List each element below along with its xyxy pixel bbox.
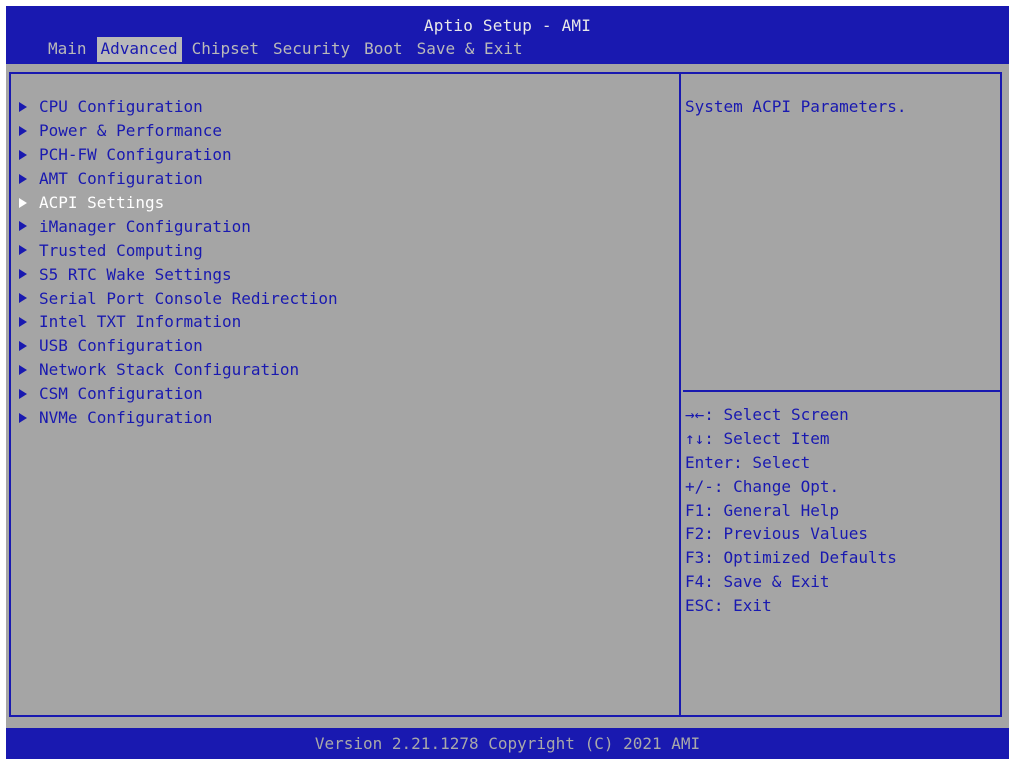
submenu-arrow-icon <box>19 388 27 399</box>
menu-item-pch-fw-configuration[interactable]: PCH-FW Configuration <box>19 143 338 167</box>
menu-item-label: AMT Configuration <box>39 169 203 189</box>
menu-item-label: PCH-FW Configuration <box>39 145 232 165</box>
menu-item-nvme-configuration[interactable]: NVMe Configuration <box>19 406 338 430</box>
submenu-arrow-icon <box>19 364 27 375</box>
submenu-arrow-icon <box>19 173 27 184</box>
submenu-arrow-icon <box>19 340 27 351</box>
menu-item-acpi-settings[interactable]: ACPI Settings <box>19 191 338 215</box>
tab-bar: Main Advanced Chipset Security Boot Save… <box>44 37 533 62</box>
tab-chipset[interactable]: Chipset <box>188 38 263 62</box>
submenu-arrow-icon <box>19 101 27 112</box>
submenu-arrow-icon <box>19 245 27 256</box>
menu-item-trusted-computing[interactable]: Trusted Computing <box>19 238 338 262</box>
tab-advanced[interactable]: Advanced <box>96 37 182 62</box>
tab-security[interactable]: Security <box>269 38 354 62</box>
menu-item-usb-configuration[interactable]: USB Configuration <box>19 334 338 358</box>
key-hint-select-screen: →←: Select Screen <box>685 405 849 424</box>
menu-item-s5-rtc-wake-settings[interactable]: S5 RTC Wake Settings <box>19 262 338 286</box>
footer-bar: Version 2.21.1278 Copyright (C) 2021 AMI <box>6 728 1009 759</box>
app-title: Aptio Setup - AMI <box>423 16 592 35</box>
submenu-arrow-icon <box>19 412 27 423</box>
menu-item-label: Power & Performance <box>39 121 223 141</box>
menu-item-label: CSM Configuration <box>39 384 203 404</box>
settings-menu: CPU Configuration Power & Performance PC… <box>19 95 338 429</box>
menu-item-power-performance[interactable]: Power & Performance <box>19 119 338 143</box>
submenu-arrow-icon <box>19 221 27 232</box>
tab-save-exit[interactable]: Save & Exit <box>413 38 527 62</box>
key-legend: →←: Select Screen ↑↓: Select Item Enter:… <box>685 403 897 618</box>
menu-item-serial-port-console-redirection[interactable]: Serial Port Console Redirection <box>19 286 338 310</box>
submenu-arrow-icon <box>19 293 27 304</box>
menu-item-label: CPU Configuration <box>39 97 203 117</box>
menu-item-intel-txt-information[interactable]: Intel TXT Information <box>19 310 338 334</box>
submenu-arrow-icon <box>19 197 27 208</box>
key-hint-change-opt: +/-: Change Opt. <box>685 476 840 496</box>
menu-item-label: Network Stack Configuration <box>39 360 300 380</box>
menu-item-label: iManager Configuration <box>39 216 251 236</box>
menu-item-label: Intel TXT Information <box>39 312 242 332</box>
menu-item-cpu-configuration[interactable]: CPU Configuration <box>19 95 338 119</box>
menu-item-amt-configuration[interactable]: AMT Configuration <box>19 167 338 191</box>
menu-item-csm-configuration[interactable]: CSM Configuration <box>19 382 338 406</box>
vertical-divider <box>679 74 681 715</box>
menu-item-label: ACPI Settings <box>39 193 165 212</box>
submenu-arrow-icon <box>19 269 27 280</box>
submenu-arrow-icon <box>19 149 27 160</box>
bios-screen: Aptio Setup - AMI Main Advanced Chipset … <box>6 6 1009 759</box>
help-divider <box>683 390 1000 392</box>
submenu-arrow-icon <box>19 316 27 327</box>
tab-main[interactable]: Main <box>44 38 91 62</box>
key-hint-esc: ESC: Exit <box>685 596 772 616</box>
key-hint-f1: F1: General Help <box>685 500 840 520</box>
key-hint-enter: Enter: Select <box>685 452 811 472</box>
menu-item-label: Trusted Computing <box>39 240 203 260</box>
tab-boot[interactable]: Boot <box>360 38 407 62</box>
menu-item-label: NVMe Configuration <box>39 408 213 428</box>
menu-item-label: S5 RTC Wake Settings <box>39 264 232 284</box>
header-bar: Aptio Setup - AMI Main Advanced Chipset … <box>6 6 1009 64</box>
key-hint-f2: F2: Previous Values <box>685 524 869 544</box>
key-hint-f4: F4: Save & Exit <box>685 572 830 592</box>
key-hint-f3: F3: Optimized Defaults <box>685 548 897 568</box>
menu-item-imanager-configuration[interactable]: iManager Configuration <box>19 214 338 238</box>
submenu-arrow-icon <box>19 125 27 136</box>
menu-item-label: USB Configuration <box>39 336 203 356</box>
main-frame: CPU Configuration Power & Performance PC… <box>9 72 1002 717</box>
menu-item-network-stack-configuration[interactable]: Network Stack Configuration <box>19 358 338 382</box>
key-hint-select-item: ↑↓: Select Item <box>685 428 830 448</box>
menu-item-label: Serial Port Console Redirection <box>39 288 338 308</box>
version-text: Version 2.21.1278 Copyright (C) 2021 AMI <box>314 734 701 753</box>
item-help-description: System ACPI Parameters. <box>685 97 907 116</box>
